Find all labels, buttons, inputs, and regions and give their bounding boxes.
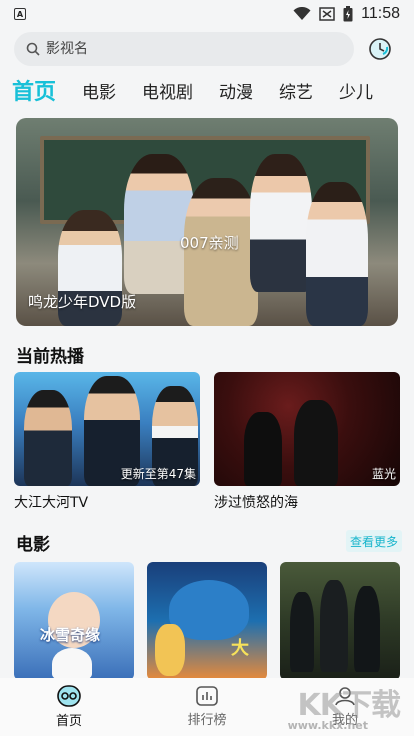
app-notification-icon: A <box>14 8 26 20</box>
banner-caption: 鸣龙少年DVD版 <box>28 293 137 311</box>
nav-ranking-label: 排行榜 <box>187 713 227 728</box>
card-figure <box>244 412 282 486</box>
search-input[interactable] <box>46 41 326 57</box>
history-clock-icon <box>369 38 391 60</box>
status-right: 11:58 <box>293 5 400 23</box>
now-playing-card[interactable]: 更新至第47集 大江大河TV <box>14 372 200 512</box>
card-title: 涉过愤怒的海 <box>214 495 298 511</box>
card-thumbnail: 更新至第47集 <box>14 372 200 486</box>
movie-poster[interactable] <box>280 562 400 680</box>
poster-title: 大 <box>231 638 249 659</box>
ranking-icon <box>196 686 218 706</box>
banner-figure <box>306 182 368 326</box>
card-title: 大江大河TV <box>14 495 89 511</box>
tab-anime[interactable]: 动漫 <box>219 78 253 103</box>
poster-figure <box>354 586 380 672</box>
banner-overlay-text: 007亲测 <box>180 234 239 252</box>
section-title-now-playing: 当前热播 <box>16 347 84 367</box>
clock: 11:58 <box>361 5 400 22</box>
section-title-movies: 电影 <box>16 535 50 555</box>
status-bar: A 11:58 <box>0 0 414 28</box>
category-tabs: 首页 电影 电视剧 动漫 综艺 少儿 <box>0 72 414 108</box>
card-figure <box>24 390 72 486</box>
banner-figure <box>250 154 312 292</box>
card-figure <box>294 400 338 486</box>
poster-snowman <box>52 648 92 680</box>
no-signal-icon <box>319 7 335 21</box>
poster-character <box>155 624 185 676</box>
poster-title: 冰雪奇缘 <box>40 626 101 644</box>
wifi-icon <box>293 7 311 20</box>
see-more-button[interactable]: 查看更多 <box>345 530 402 552</box>
card-thumbnail: 蓝光 <box>214 372 400 486</box>
history-button[interactable] <box>368 37 392 61</box>
poster-figure <box>290 592 314 672</box>
quality-badge: 蓝光 <box>371 467 396 481</box>
watermark-url: www.kkx.net <box>287 719 368 732</box>
movie-poster[interactable]: 冰雪奇缘 <box>14 562 134 680</box>
battery-icon <box>343 6 353 22</box>
now-playing-card[interactable]: 蓝光 涉过愤怒的海 <box>214 372 400 512</box>
tab-tv-series[interactable]: 电视剧 <box>142 78 193 103</box>
hero-banner[interactable]: 007亲测 鸣龙少年DVD版 <box>16 118 398 326</box>
poster-figure <box>320 580 348 672</box>
search-icon <box>26 42 40 56</box>
tab-variety[interactable]: 综艺 <box>279 78 313 103</box>
tab-kids[interactable]: 少儿 <box>339 78 373 103</box>
nav-home[interactable]: 首页 <box>0 678 138 736</box>
episode-badge: 更新至第47集 <box>120 467 196 481</box>
tab-home[interactable]: 首页 <box>12 74 56 106</box>
home-icon <box>57 685 81 707</box>
tab-movie[interactable]: 电影 <box>82 78 116 103</box>
search-row <box>14 32 402 66</box>
nav-ranking[interactable]: 排行榜 <box>138 678 276 736</box>
search-box[interactable] <box>14 32 354 66</box>
nav-home-label: 首页 <box>55 714 82 729</box>
movie-poster[interactable]: 大 <box>147 562 267 680</box>
watermark: KK下载 <box>297 688 401 723</box>
